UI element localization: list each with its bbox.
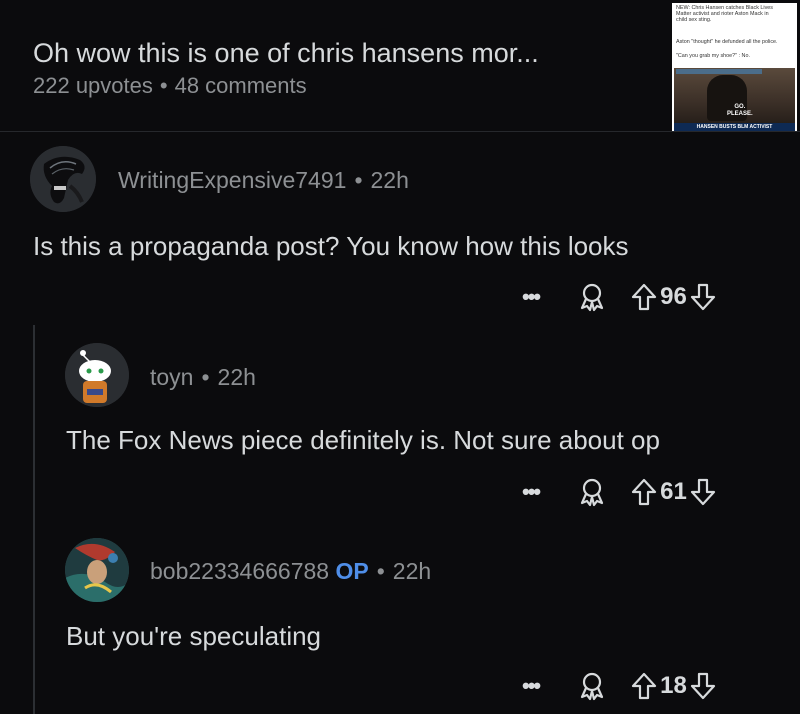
downvote-arrow-icon[interactable] bbox=[690, 477, 716, 507]
thumbnail-text-line: child sex sting. bbox=[676, 17, 712, 23]
comment-actions: ••• 18 bbox=[522, 671, 716, 701]
thumbnail-band: HANSEN BUSTS BLM ACTIVIST bbox=[674, 123, 795, 131]
comment-time: 22h bbox=[370, 167, 409, 193]
vote-count: 96 bbox=[660, 283, 687, 310]
op-badge: OP bbox=[335, 558, 369, 584]
meta-separator: • bbox=[201, 364, 210, 390]
comment-author-line: bob22334666788 OP • 22h bbox=[150, 558, 431, 585]
comment-username[interactable]: bob22334666788 bbox=[150, 558, 329, 584]
award-icon[interactable] bbox=[577, 282, 607, 312]
alien-avatar-icon bbox=[30, 146, 96, 212]
avatar[interactable] bbox=[65, 538, 129, 602]
award-icon[interactable] bbox=[577, 671, 607, 701]
post-thumbnail[interactable]: NEW: Chris Hansen catches Black Lives Ma… bbox=[672, 3, 797, 131]
comment-time: 22h bbox=[217, 364, 256, 390]
more-options-icon[interactable]: ••• bbox=[522, 479, 541, 505]
vote-count: 61 bbox=[660, 478, 687, 505]
post-title[interactable]: Oh wow this is one of chris hansens mor.… bbox=[33, 38, 539, 69]
thumbnail-text-line: Aston "thought" he defunded all the poli… bbox=[676, 39, 778, 45]
snoo-avatar-icon bbox=[65, 343, 129, 407]
comment-actions: ••• 96 bbox=[522, 282, 716, 312]
comment-actions: ••• 61 bbox=[522, 477, 716, 507]
post-meta: 222 upvotes • 48 comments bbox=[33, 73, 307, 99]
avatar[interactable] bbox=[65, 343, 129, 407]
thumbnail-info-bar bbox=[676, 69, 762, 74]
thumbnail-text-line: "Can you grab my shoe?" : No. bbox=[676, 53, 750, 59]
upvote-count: 222 upvotes bbox=[33, 73, 153, 98]
comment-username[interactable]: WritingExpensive7491 bbox=[118, 167, 346, 193]
avatar[interactable] bbox=[30, 146, 96, 212]
comic-avatar-icon bbox=[65, 538, 129, 602]
upvote-arrow-icon[interactable] bbox=[631, 477, 657, 507]
more-options-icon[interactable]: ••• bbox=[522, 673, 541, 699]
vote-count: 18 bbox=[660, 672, 687, 699]
meta-separator: • bbox=[159, 73, 168, 98]
caption-go: GO. bbox=[734, 104, 746, 110]
comment-count: 48 comments bbox=[174, 73, 307, 98]
comment-body: Is this a propaganda post? You know how … bbox=[33, 231, 629, 261]
comment-author-line: toyn • 22h bbox=[150, 364, 256, 391]
comment-time: 22h bbox=[392, 558, 432, 584]
comment-body: But you're speculating bbox=[66, 621, 322, 651]
caption-please: PLEASE. bbox=[727, 111, 753, 117]
meta-separator: • bbox=[376, 558, 385, 584]
meta-separator: • bbox=[354, 167, 363, 193]
award-icon[interactable] bbox=[577, 477, 607, 507]
downvote-arrow-icon[interactable] bbox=[690, 282, 716, 312]
more-options-icon[interactable]: ••• bbox=[522, 284, 541, 310]
thread-line[interactable] bbox=[33, 325, 35, 714]
upvote-arrow-icon[interactable] bbox=[631, 671, 657, 701]
downvote-arrow-icon[interactable] bbox=[690, 671, 716, 701]
comment-username[interactable]: toyn bbox=[150, 364, 193, 390]
upvote-arrow-icon[interactable] bbox=[631, 282, 657, 312]
thumbnail-caption: GO. PLEASE. bbox=[727, 104, 753, 118]
comment-author-line: WritingExpensive7491 • 22h bbox=[118, 167, 409, 194]
comment-body: The Fox News piece definitely is. Not su… bbox=[66, 425, 660, 455]
post-header[interactable]: Oh wow this is one of chris hansens mor.… bbox=[0, 0, 800, 132]
